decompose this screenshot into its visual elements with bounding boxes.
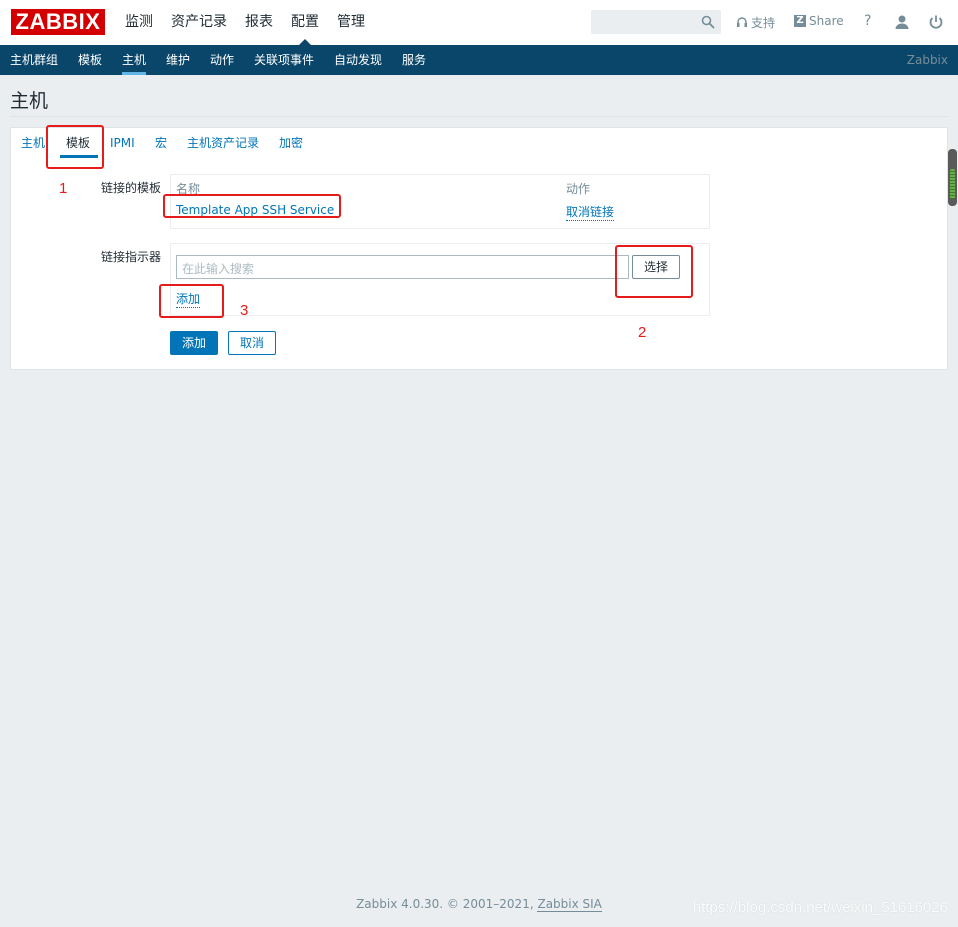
- annotation-box-templates-tab: [46, 125, 104, 169]
- logout-power-icon[interactable]: [927, 13, 945, 31]
- menu-configuration[interactable]: 配置: [282, 0, 328, 45]
- subnav-host-groups[interactable]: 主机群组: [10, 45, 58, 75]
- footer-copyright: Zabbix 4.0.30. © 2001–2021,: [356, 897, 538, 911]
- main-menu: 监测 资产记录 报表 配置 管理: [116, 0, 374, 45]
- menu-monitoring[interactable]: 监测: [116, 0, 162, 45]
- help-icon[interactable]: ?: [864, 13, 871, 29]
- annotation-box-template-name: [163, 194, 341, 218]
- linked-templates-label: 链接的模板: [100, 181, 161, 195]
- subnav-services[interactable]: 服务: [402, 45, 426, 75]
- search-icon[interactable]: [701, 15, 715, 29]
- tab-host[interactable]: 主机: [21, 128, 45, 158]
- menu-administration[interactable]: 管理: [328, 0, 374, 45]
- subnav-templates[interactable]: 模板: [78, 45, 102, 75]
- support-label: 支持: [751, 16, 776, 30]
- link-indicator-label: 链接指示器: [100, 250, 161, 264]
- title-divider: [10, 116, 948, 117]
- top-header: ZABBIX 监测 资产记录 报表 配置 管理 支持 Z Share ?: [0, 0, 958, 45]
- menu-reports[interactable]: 报表: [236, 0, 282, 45]
- annotation-number-2: 2: [638, 324, 647, 341]
- headset-icon: [737, 16, 747, 27]
- cancel-button[interactable]: 取消: [228, 331, 276, 355]
- tab-encryption[interactable]: 加密: [279, 128, 303, 158]
- tab-ipmi[interactable]: IPMI: [110, 128, 135, 158]
- annotation-number-1: 1: [59, 180, 68, 197]
- share-link[interactable]: Z Share: [794, 14, 844, 28]
- footer-company-link[interactable]: Zabbix SIA: [537, 897, 602, 912]
- subnav-hosts[interactable]: 主机: [122, 45, 147, 75]
- column-action-header: 动作: [566, 182, 591, 196]
- server-name: Zabbix: [906, 53, 948, 67]
- menu-inventory[interactable]: 资产记录: [162, 0, 236, 45]
- subnav-maintenance[interactable]: 维护: [166, 45, 190, 75]
- tab-inventory[interactable]: 主机资产记录: [187, 128, 259, 158]
- template-search-input[interactable]: 在此输入搜索: [176, 255, 629, 279]
- page-title: 主机: [10, 90, 49, 112]
- subnav-discovery[interactable]: 自动发现: [334, 45, 382, 75]
- form-tabs: 主机 模板 IPMI 宏 主机资产记录 加密: [11, 128, 947, 158]
- share-label: Share: [809, 14, 844, 28]
- user-profile-icon[interactable]: [893, 13, 911, 31]
- zabbix-logo[interactable]: ZABBIX: [11, 9, 105, 35]
- watermark-text: https://blog.csdn.net/weixin_51616026: [692, 899, 948, 916]
- search-input[interactable]: [591, 10, 721, 34]
- page-scrollbar[interactable]: [948, 149, 957, 206]
- tab-macros[interactable]: 宏: [155, 128, 167, 158]
- add-button[interactable]: 添加: [170, 331, 218, 355]
- annotation-number-3: 3: [240, 302, 249, 319]
- sub-navigation: 主机群组 模板 主机 维护 动作 关联项事件 自动发现 服务 Zabbix: [0, 45, 958, 75]
- subnav-correlation[interactable]: 关联项事件: [254, 45, 314, 75]
- unlink-button[interactable]: 取消链接: [566, 203, 615, 221]
- support-link[interactable]: 支持: [736, 14, 775, 31]
- subnav-actions[interactable]: 动作: [210, 45, 234, 75]
- share-z-icon: Z: [794, 15, 806, 27]
- host-form-panel: 主机 模板 IPMI 宏 主机资产记录 加密 链接的模板 名称 动作 Templ…: [10, 127, 948, 370]
- annotation-box-select-button: [615, 245, 693, 298]
- annotation-box-add-link: [159, 284, 224, 318]
